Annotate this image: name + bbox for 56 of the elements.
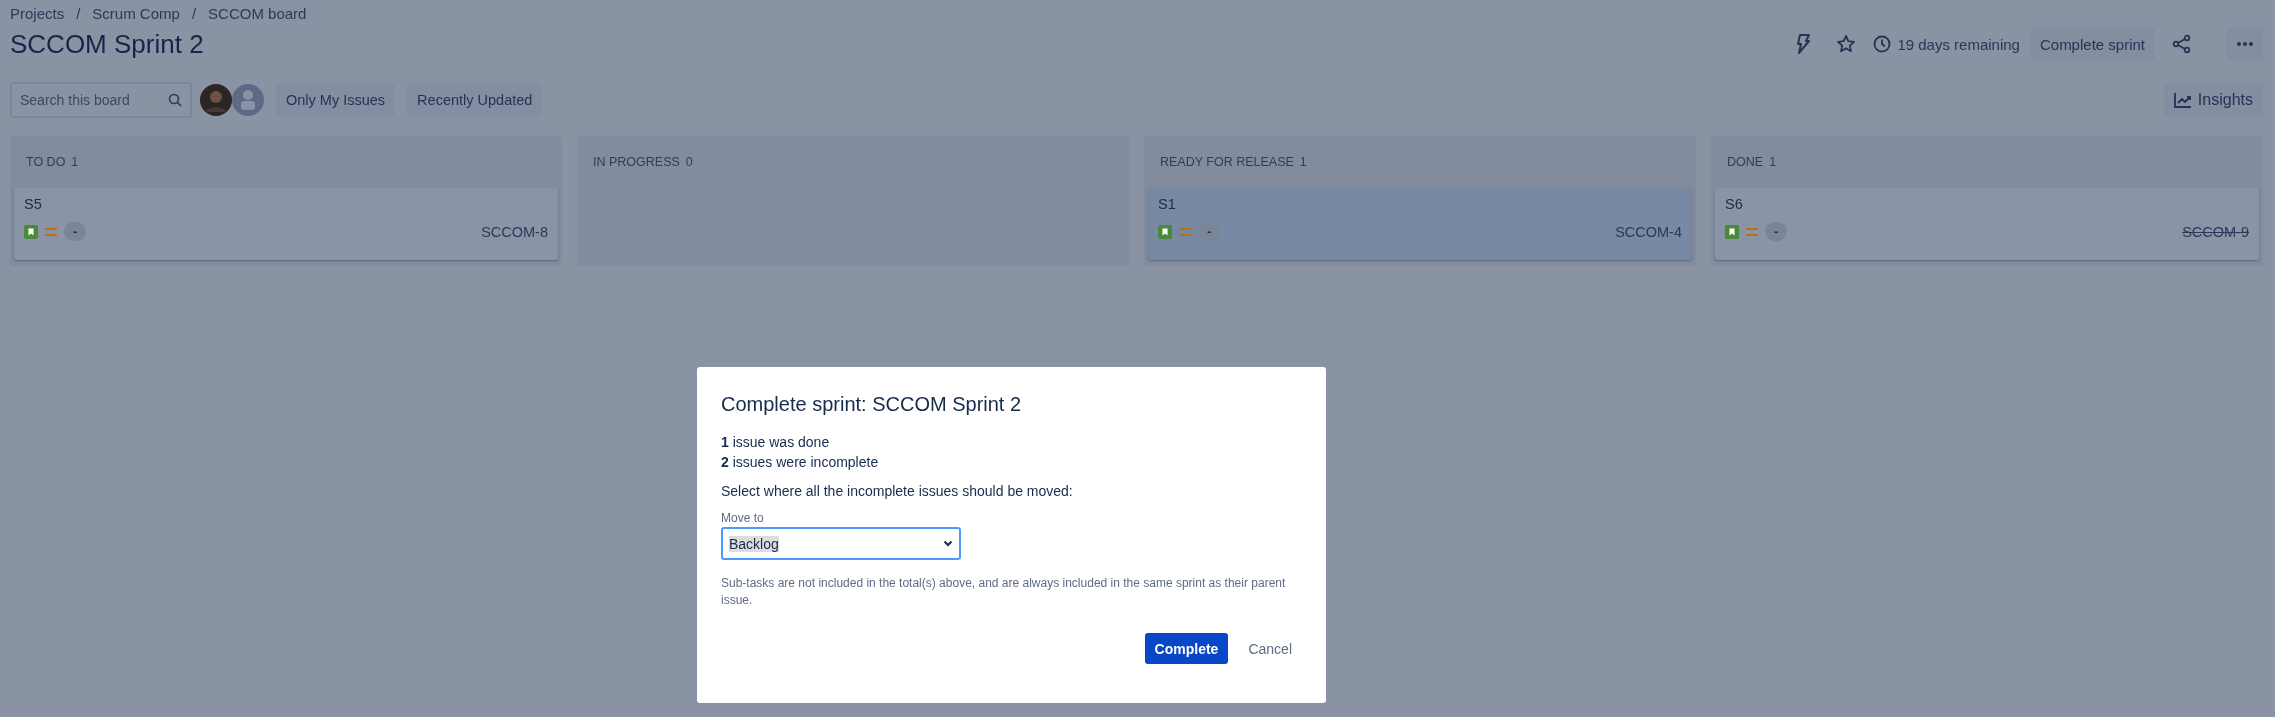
more-button[interactable] [2227, 28, 2263, 60]
story-icon [1158, 224, 1172, 239]
issue-summary: S6 [1725, 196, 1744, 212]
estimate-badge: - [64, 222, 87, 241]
issue-card[interactable]: S5 - SCCOM-8 [14, 188, 558, 260]
search-field[interactable]: Search this board [10, 82, 192, 118]
dialog-title: Complete sprint: SCCOM Sprint 2 [721, 393, 1023, 416]
avatar[interactable] [200, 84, 232, 116]
breadcrumb-separator: / [76, 4, 81, 22]
issue-summary-line: 1 issue was done [721, 433, 831, 452]
issue-count: 1 [1769, 155, 1777, 169]
issue-count: 1 [1299, 155, 1307, 169]
priority-icon [44, 225, 58, 238]
column-title: DONE [1727, 155, 1764, 169]
issue-card[interactable]: S6 - SCCOM-9 [1715, 188, 2259, 260]
filter-button[interactable]: Only My Issues [276, 84, 396, 116]
move-to-dropdown[interactable]: Backlog [721, 527, 961, 560]
issue-count: 0 [685, 155, 693, 169]
estimate-badge: - [1198, 222, 1221, 241]
issue-summary: S1 [1158, 196, 1177, 212]
breadcrumb-link[interactable]: Projects [10, 4, 65, 22]
cancel-button[interactable]: Cancel [1238, 633, 1302, 664]
priority-icon [1745, 225, 1759, 238]
clock-icon [1873, 35, 1892, 53]
breadcrumb-separator: / [191, 4, 197, 22]
insights-button[interactable]: Insights [2163, 84, 2263, 116]
board-title: SCCOM Sprint 2 [10, 28, 204, 60]
estimate-badge: - [1765, 222, 1788, 241]
priority-icon [1178, 225, 1192, 238]
issue-key[interactable]: SCCOM-9 [2182, 223, 2249, 240]
column-title: READY FOR RELEASE [1160, 155, 1294, 169]
dialog-prompt: Select where all the incomplete issues should be moved: [721, 483, 1074, 499]
column-title: TO DO [26, 155, 66, 169]
breadcrumb-link[interactable]: SCCOM board [208, 4, 307, 22]
issue-summary-line: 2 issues were incomplete [721, 453, 880, 472]
story-icon [1725, 224, 1739, 239]
star-icon[interactable] [1836, 34, 1857, 54]
share-icon[interactable] [2172, 34, 2192, 54]
breadcrumb-link[interactable]: Scrum Comp [92, 4, 180, 22]
issue-count: 1 [71, 155, 79, 169]
time-remaining: 19 days remaining [1897, 35, 2020, 53]
chart-icon [2173, 92, 2192, 108]
issue-summary: S5 [24, 196, 43, 212]
chevron-down-icon [943, 540, 953, 547]
field-label: Move to [721, 511, 765, 525]
issue-card[interactable]: S1 - SCCOM-4 [1148, 188, 1692, 260]
complete-sprint-button[interactable]: Complete sprint [2029, 28, 2155, 60]
issue-key[interactable]: SCCOM-4 [1615, 223, 1682, 240]
more-icon [2237, 42, 2253, 46]
help-text: Sub-tasks are not included in the total(s) above, and are always included in the same sprint as their parent issue. [721, 575, 1287, 609]
column-title: IN PROGRESS [593, 155, 680, 169]
filter-button[interactable]: Recently Updated [407, 84, 543, 116]
story-icon [24, 224, 38, 239]
search-icon [168, 93, 182, 107]
issue-key[interactable]: SCCOM-8 [481, 223, 548, 240]
complete-button[interactable]: Complete [1144, 633, 1229, 664]
